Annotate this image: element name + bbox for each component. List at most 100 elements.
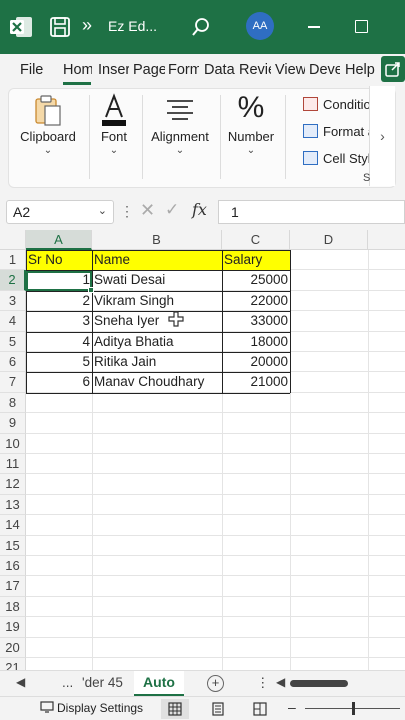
maximize-icon[interactable] — [355, 20, 368, 33]
number-group[interactable]: % Number ⌄ — [223, 89, 279, 156]
row-header-19[interactable]: 19 — [0, 617, 26, 638]
row-header-15[interactable]: 15 — [0, 535, 26, 556]
conditional-formatting-button[interactable]: Condition — [303, 97, 378, 112]
chevron-down-icon: ⌄ — [246, 145, 256, 156]
excel-app-icon — [10, 17, 32, 37]
cell-salary[interactable]: 22000 — [222, 291, 290, 311]
row-header-21[interactable]: 21 — [0, 658, 26, 670]
cell-salary[interactable]: 20000 — [222, 352, 290, 372]
horizontal-scrollbar[interactable] — [290, 680, 348, 687]
cell-name[interactable]: Sneha Iyer — [92, 311, 222, 331]
row-header-10[interactable]: 10 — [0, 433, 26, 454]
cell-salary[interactable]: 21000 — [222, 372, 290, 392]
enter-check-icon[interactable]: ✓ — [165, 200, 179, 220]
cell-sr-no[interactable]: 4 — [26, 332, 92, 352]
cancel-icon[interactable]: ✕ — [140, 200, 155, 221]
clipboard-group[interactable]: Clipboard ⌄ — [13, 89, 83, 156]
font-group[interactable]: Font ⌄ — [91, 89, 137, 156]
share-button[interactable] — [381, 56, 405, 82]
zoom-out-icon[interactable]: – — [288, 699, 296, 715]
cell-name[interactable]: Swati Desai — [92, 270, 222, 290]
row-header-12[interactable]: 12 — [0, 474, 26, 495]
row-header-3[interactable]: 3 — [0, 290, 26, 312]
sheet-tab[interactable]: 'der 45 — [82, 675, 123, 690]
tab-data[interactable]: Data — [204, 62, 236, 78]
row-header-13[interactable]: 13 — [0, 494, 26, 516]
user-avatar[interactable]: AA — [246, 12, 274, 40]
more-sheets-button[interactable]: ... — [62, 675, 73, 690]
column-header-c[interactable]: C — [222, 230, 290, 250]
sheet-options-icon[interactable]: ⋮ — [256, 675, 270, 691]
add-sheet-button[interactable]: + — [207, 675, 224, 692]
cell-sr-no[interactable]: 2 — [26, 291, 92, 311]
cell-salary[interactable]: 25000 — [222, 270, 290, 290]
row-header-6[interactable]: 6 — [0, 352, 26, 373]
tab-review[interactable]: Revie — [239, 62, 271, 78]
cell-sr-no[interactable]: 3 — [26, 311, 92, 331]
column-header-d[interactable]: D — [290, 230, 368, 250]
chevron-down-icon[interactable]: ⌄ — [98, 204, 107, 217]
scroll-left-icon[interactable]: ◀ — [276, 675, 285, 689]
search-icon[interactable] — [190, 16, 212, 38]
scroll-sheets-left-icon[interactable]: ◀ — [16, 675, 25, 689]
table-border — [222, 250, 223, 393]
page-layout-view-button[interactable] — [204, 699, 232, 719]
column-header-a[interactable]: A — [26, 230, 92, 250]
cell-salary[interactable]: 18000 — [222, 332, 290, 352]
gridline — [26, 493, 405, 495]
row-header-18[interactable]: 18 — [0, 596, 26, 618]
tab-view[interactable]: View — [275, 62, 305, 78]
header-cell-salary[interactable]: Salary — [222, 250, 290, 271]
select-all-corner[interactable] — [0, 230, 26, 250]
cell-name[interactable]: Aditya Bhatia — [92, 332, 222, 352]
tab-home[interactable]: Hom — [63, 62, 92, 78]
column-header-e[interactable] — [368, 230, 405, 250]
normal-view-button[interactable] — [161, 699, 189, 719]
row-header-8[interactable]: 8 — [0, 392, 26, 414]
tab-insert[interactable]: Inser — [98, 62, 129, 78]
tab-help[interactable]: Help — [345, 62, 375, 78]
cell-salary[interactable]: 33000 — [222, 311, 290, 331]
worksheet-grid[interactable]: A B C D 1 2 3 4 5 6 7 8 9 10 11 12 13 14 15 16 17 18 19 20 2… — [0, 230, 405, 670]
row-header-2[interactable]: 2 — [0, 270, 26, 291]
minimize-icon[interactable] — [308, 26, 320, 28]
row-header-11[interactable]: 11 — [0, 454, 26, 475]
row-header-4[interactable]: 4 — [0, 311, 26, 332]
cell-name[interactable]: Manav Choudhary — [92, 372, 222, 392]
display-settings-button[interactable]: Display Settings — [40, 701, 143, 715]
tab-page-layout[interactable]: Page — [133, 62, 165, 78]
row-header-9[interactable]: 9 — [0, 413, 26, 434]
fill-handle[interactable] — [88, 287, 94, 293]
header-cell-name[interactable]: Name — [92, 250, 222, 271]
cell-name[interactable]: Vikram Singh — [92, 291, 222, 311]
name-box-value: A2 — [13, 204, 31, 220]
page-break-view-button[interactable] — [246, 699, 274, 719]
insert-function-icon[interactable]: fx — [192, 200, 207, 219]
ribbon-scroll-right-button[interactable]: › — [369, 86, 395, 186]
formula-input[interactable]: 1 — [218, 200, 405, 224]
cell-name[interactable]: Ritika Jain — [92, 352, 222, 372]
row-header-7[interactable]: 7 — [0, 372, 26, 393]
zoom-slider-knob[interactable] — [352, 702, 355, 715]
row-header-1[interactable]: 1 — [0, 250, 26, 271]
column-header-b[interactable]: B — [92, 230, 222, 250]
header-cell-sr-no[interactable]: Sr No — [26, 250, 92, 271]
more-commands-icon[interactable]: » — [82, 15, 92, 36]
save-icon[interactable] — [48, 15, 72, 39]
cell-sr-no[interactable]: 5 — [26, 352, 92, 372]
tab-developer[interactable]: Deve — [309, 62, 340, 78]
alignment-group[interactable]: Alignment ⌄ — [145, 89, 215, 156]
tab-file[interactable]: File — [20, 62, 43, 78]
sheet-tab-active[interactable]: Auto — [134, 671, 184, 697]
tab-formulas[interactable]: Form — [168, 62, 199, 78]
page-break-icon — [253, 702, 267, 716]
row-header-5[interactable]: 5 — [0, 331, 26, 352]
name-box[interactable]: A2 ⌄ — [6, 200, 114, 224]
row-header-20[interactable]: 20 — [0, 637, 26, 658]
document-title[interactable]: Ez Ed... — [108, 18, 157, 34]
more-vertical-icon[interactable]: ⋮ — [120, 203, 134, 220]
row-header-16[interactable]: 16 — [0, 556, 26, 577]
row-header-14[interactable]: 14 — [0, 515, 26, 536]
cell-sr-no[interactable]: 6 — [26, 372, 92, 392]
row-header-17[interactable]: 17 — [0, 576, 26, 597]
